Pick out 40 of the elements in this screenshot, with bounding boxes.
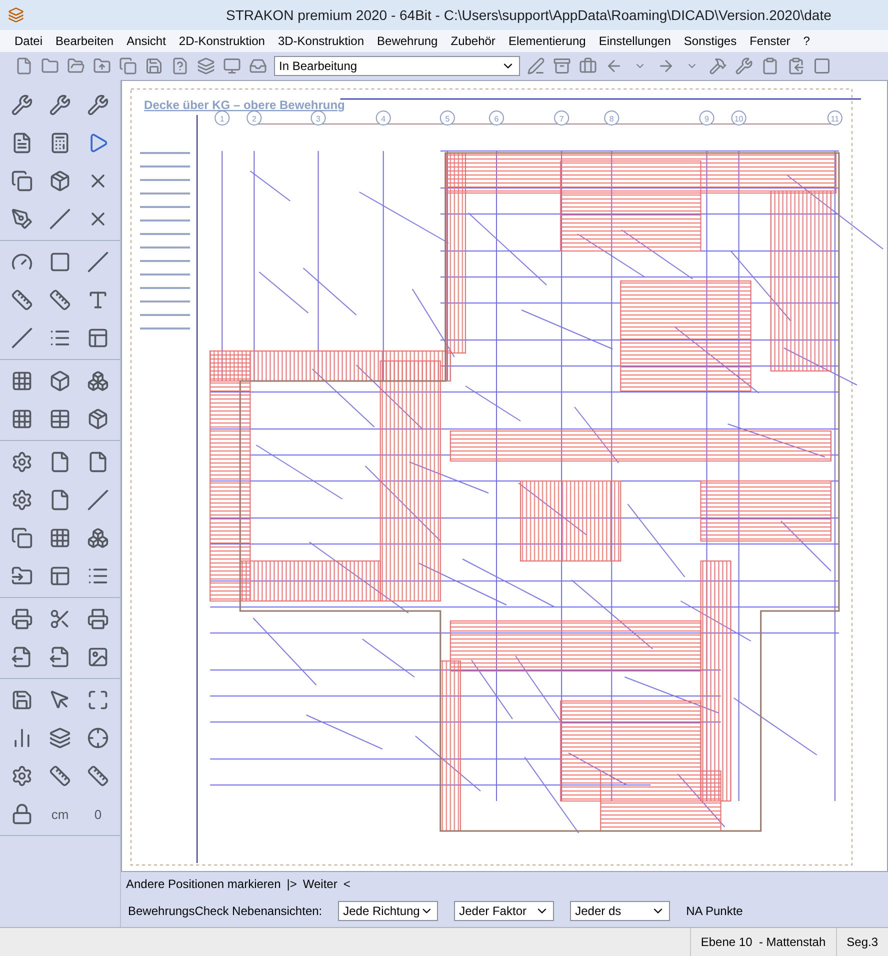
briefcase-icon[interactable]: [578, 56, 598, 76]
layer-status: Ebene 10 - Mattenstah: [690, 928, 836, 956]
monitor-icon[interactable]: [222, 56, 242, 76]
wrench-icon[interactable]: [734, 56, 754, 76]
filter-dropdown[interactable]: Jeder ds: [570, 901, 670, 921]
menu-item[interactable]: Datei: [8, 34, 50, 48]
next-marker: |>: [286, 877, 297, 891]
menu-item[interactable]: Einstellungen: [592, 34, 678, 48]
app-icon: [6, 5, 26, 25]
segment-status: Seg.3: [836, 928, 888, 956]
unit-button[interactable]: cm: [41, 795, 79, 833]
menu-item[interactable]: Fenster: [743, 34, 797, 48]
drawing-title: Decke über KG – obere Bewehrung: [144, 98, 345, 112]
menu-item[interactable]: Bewehrung: [370, 34, 444, 48]
hammer-icon[interactable]: [708, 56, 728, 76]
edit-icon[interactable]: [526, 56, 546, 76]
next-link[interactable]: Weiter: [302, 877, 338, 891]
folder-icon[interactable]: [40, 56, 60, 76]
menu-item[interactable]: 3D-Konstruktion: [271, 34, 371, 48]
filter-dropdown[interactable]: Jeder Faktor: [454, 901, 554, 921]
status-dropdown[interactable]: In Bearbeitung: [274, 56, 520, 76]
archive-icon[interactable]: [552, 56, 572, 76]
menu-item[interactable]: Zubehör: [444, 34, 502, 48]
folder-icon[interactable]: [92, 56, 112, 76]
layers-icon[interactable]: [196, 56, 216, 76]
menu-item[interactable]: Ansicht: [120, 34, 172, 48]
menu-item[interactable]: 2D-Konstruktion: [172, 34, 272, 48]
filter-dropdown[interactable]: Jede Richtung: [338, 901, 438, 921]
hint-text: Andere Positionen markieren: [126, 877, 281, 891]
save-icon[interactable]: [144, 56, 164, 76]
window-title: STRAKON premium 2020 - 64Bit - C:\Users\support\AppData\Roaming\DICAD\Version.2020\date: [226, 7, 832, 23]
menu-item[interactable]: ?: [796, 34, 816, 48]
menu-item[interactable]: Elementierung: [502, 34, 592, 48]
counter-button[interactable]: 0: [79, 795, 117, 833]
check-label: BewehrungsCheck Nebenansichten:: [128, 904, 322, 918]
copy-icon[interactable]: [118, 56, 138, 76]
menu-item[interactable]: Sonstiges: [677, 34, 744, 48]
points-label: NA Punkte: [686, 904, 743, 918]
menu-item[interactable]: Bearbeiten: [49, 34, 120, 48]
back-link[interactable]: <: [343, 877, 350, 891]
